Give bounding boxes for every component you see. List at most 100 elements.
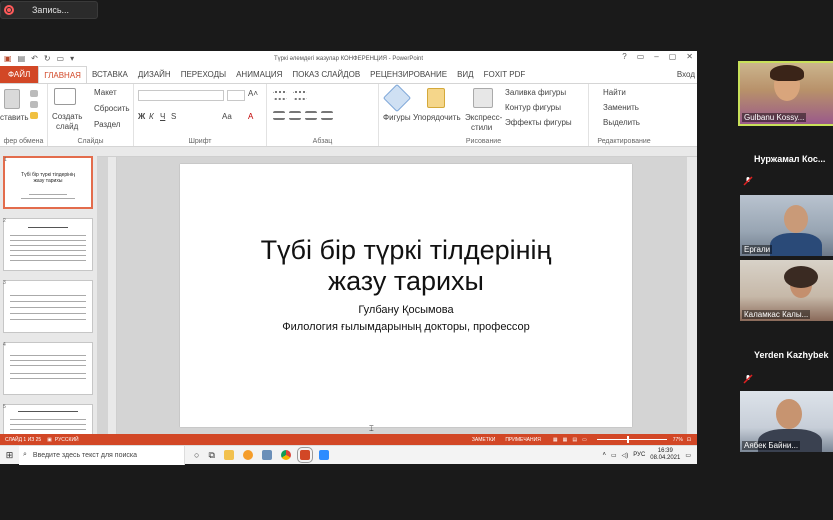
slide-thumbnail[interactable]: 2 [3, 218, 93, 271]
chrome-icon[interactable] [280, 450, 291, 460]
tab-animations[interactable]: АНИМАЦИЯ [231, 66, 287, 83]
participant-tile[interactable]: Gulbanu Kossy... [738, 61, 833, 126]
shapes-icon [382, 83, 412, 113]
quick-styles-button[interactable]: Экспресс- [465, 113, 502, 122]
shape-fill-button[interactable]: Заливка фигуры [505, 88, 566, 97]
volume-icon[interactable]: ◁) [622, 452, 629, 459]
shape-outline-button[interactable]: Контур фигуры [505, 103, 561, 112]
zoom-level[interactable]: 77% [673, 437, 683, 443]
font-color-icon[interactable]: A [248, 112, 253, 121]
maximize-button[interactable]: ▢ [669, 52, 677, 61]
copy-icon[interactable] [30, 101, 38, 108]
layout-button[interactable]: Макет [94, 88, 117, 97]
group-paragraph: Абзац [267, 84, 379, 146]
replace-button[interactable]: Заменить [603, 103, 639, 112]
tab-home[interactable]: ГЛАВНАЯ [38, 66, 87, 83]
spellcheck-icon[interactable]: ▣ [47, 437, 52, 443]
underline-button[interactable]: Ч [160, 112, 165, 121]
tab-review[interactable]: РЕЦЕНЗИРОВАНИЕ [365, 66, 452, 83]
minimize-button[interactable]: – [654, 52, 658, 61]
strikethrough-button[interactable]: S [171, 112, 176, 121]
font-name-combo[interactable] [138, 90, 224, 101]
ribbon-display-button[interactable]: ▭ [637, 52, 645, 61]
normal-view-icon[interactable]: ▦ [553, 437, 558, 443]
shape-effects-button[interactable]: Эффекты фигуры [505, 118, 572, 127]
participant-name-tile[interactable]: Нуржамал Кос... [754, 154, 825, 164]
find-button[interactable]: Найти [603, 88, 626, 97]
slide-title-line: Түбі бір түркі тілдерінің [260, 235, 552, 265]
slide-sorter-icon[interactable]: ▦ [563, 437, 568, 443]
align-right-icon[interactable] [305, 111, 317, 120]
help-button[interactable]: ? [622, 52, 626, 61]
justify-icon[interactable] [321, 111, 333, 120]
vertical-scrollbar[interactable] [687, 157, 697, 439]
taskbar-clock[interactable]: 16:39 08.04.2021 [650, 448, 680, 462]
slide-thumbnail[interactable]: 4 [3, 342, 93, 395]
participant-name: Gulbanu Kossy... [742, 113, 807, 122]
participant-face [784, 205, 808, 233]
italic-button[interactable]: К [149, 112, 154, 121]
tab-insert[interactable]: ВСТАВКА [87, 66, 133, 83]
zoom-app-icon[interactable] [318, 450, 329, 460]
tab-view[interactable]: ВИД [452, 66, 479, 83]
slide-author[interactable]: Гулбану Қосымова [180, 304, 632, 316]
slide-thumbnail[interactable]: 1 Түбі бір түркі тілдерінің жазу тарихы [3, 156, 93, 209]
bold-button[interactable]: Ж [138, 112, 145, 121]
participant-name-tile[interactable]: Yerden Kazhybek [754, 350, 829, 360]
tab-transitions[interactable]: ПЕРЕХОДЫ [176, 66, 231, 83]
task-switch-icon[interactable]: ⧉ [208, 450, 214, 461]
shapes-button[interactable]: Фигуры [383, 113, 411, 122]
slide-degree[interactable]: Филология ғылымдарының докторы, профессо… [180, 321, 632, 333]
taskbar-search[interactable]: ⌕ Введите здесь текст для поиска [19, 445, 185, 465]
tray-chevron-icon[interactable]: ˄ [602, 452, 606, 458]
thumbnail-text-line [10, 235, 86, 236]
slide-thumbnails-pane[interactable]: 1 Түбі бір түркі тілдерінің жазу тарихы … [0, 147, 97, 439]
language-indicator[interactable]: РУССКИЙ [55, 437, 79, 443]
arrange-button[interactable]: Упорядочить [413, 113, 461, 122]
sign-in-link[interactable]: Вход [677, 66, 697, 83]
cut-icon[interactable] [30, 90, 38, 97]
tab-file[interactable]: ФАЙЛ [0, 66, 39, 83]
comments-button[interactable]: ПРИМЕЧАНИЯ [505, 437, 541, 443]
zoom-slider[interactable] [596, 436, 667, 443]
new-slide-button[interactable]: Создать [52, 112, 82, 121]
current-slide[interactable]: Түбі бір түркі тілдерінің жазу тарихы Гу… [180, 164, 632, 427]
tab-slideshow[interactable]: ПОКАЗ СЛАЙДОВ [287, 66, 365, 83]
participant-tile[interactable]: Ергали [740, 195, 833, 256]
powerpoint-taskbar-icon[interactable] [296, 447, 313, 463]
task-view-icon[interactable]: ○ [194, 450, 199, 460]
explorer-icon[interactable] [223, 450, 234, 460]
tab-foxit-pdf[interactable]: FOXIT PDF [479, 66, 531, 83]
change-case-button[interactable]: Aa [222, 112, 232, 121]
network-icon[interactable]: ▭ [611, 452, 617, 459]
search-placeholder: Введите здесь текст для поиска [32, 451, 137, 459]
format-painter-icon[interactable] [30, 112, 38, 119]
file-manager-icon[interactable] [261, 450, 272, 460]
grow-font-icon[interactable]: A˄ [248, 89, 258, 98]
close-button[interactable]: ✕ [686, 52, 693, 61]
numbering-icon[interactable] [293, 91, 307, 100]
slide-counter: СЛАЙД 1 ИЗ 25 [5, 436, 42, 443]
bullets-icon[interactable] [273, 91, 287, 100]
notes-button[interactable]: ЗАМЕТКИ [472, 437, 495, 443]
yandex-browser-icon[interactable] [242, 450, 253, 460]
tab-design[interactable]: ДИЗАЙН [133, 66, 176, 83]
slide-thumbnail[interactable]: 3 [3, 280, 93, 333]
recording-indicator[interactable]: Запись... [0, 1, 98, 19]
fit-slide-icon[interactable]: ⊡ [687, 437, 691, 443]
reset-button[interactable]: Сбросить [94, 104, 130, 113]
windows-start-icon[interactable]: ⊞ [0, 446, 19, 465]
notifications-icon[interactable]: ▭ [685, 452, 691, 459]
slideshow-view-icon[interactable]: ▭ [582, 437, 587, 443]
slide-title[interactable]: Түбі бір түркі тілдерінің жазу тарихы [180, 235, 632, 297]
section-button[interactable]: Раздел [94, 120, 120, 129]
reading-view-icon[interactable]: ▤ [572, 437, 577, 443]
paste-button[interactable]: ставить [0, 113, 29, 122]
select-button[interactable]: Выделить [603, 118, 640, 127]
font-size-combo[interactable] [227, 90, 245, 101]
align-center-icon[interactable] [289, 111, 301, 120]
participant-tile[interactable]: Каламкас Калы... [740, 260, 833, 321]
participant-tile[interactable]: Аябек Байни... [740, 391, 833, 452]
align-left-icon[interactable] [273, 111, 285, 120]
keyboard-language[interactable]: РУС [633, 452, 645, 458]
